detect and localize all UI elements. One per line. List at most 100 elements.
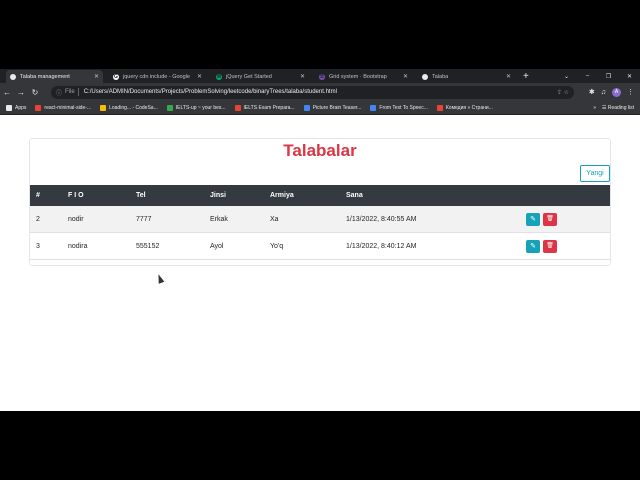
new-tab-button[interactable]: + xyxy=(523,70,529,83)
tab-search-icon[interactable]: ⌄ xyxy=(556,73,577,80)
favicon-icon xyxy=(422,73,428,80)
students-card: Talabalar Yangi # F I O Tel Jinsi Armiya… xyxy=(29,138,611,266)
table-row: 3 nodira 555152 Ayol Yo'q 1/13/2022, 8:40:12 … xyxy=(30,233,610,260)
bookmark-label: IELTS-up ~ your bes... xyxy=(175,104,226,111)
table-row: 2 nodir 7777 Erkak Xa 1/13/2022, 8:40:55 AM ✎ 🗑 xyxy=(30,206,610,233)
cell-army: Xa xyxy=(270,215,279,223)
address-bar[interactable]: ⓘ File C:/Users/ADMIN/Documents/Projects… xyxy=(51,85,574,99)
browser-tab[interactable]: WjQuery Get Started ✕ xyxy=(212,70,309,83)
col-name-header: F I O xyxy=(68,192,84,199)
divider xyxy=(77,88,79,96)
close-window-button[interactable]: ✕ xyxy=(619,73,640,80)
bookmark-item[interactable]: From Text To Speec... xyxy=(370,104,428,111)
bookmark-favicon-icon xyxy=(35,104,42,111)
tab-strip: Talaba management ✕ Gjquery cdn include - … xyxy=(0,69,640,83)
cell-name: nodira xyxy=(68,242,88,250)
col-actions-header xyxy=(526,185,610,206)
forward-icon[interactable]: → xyxy=(14,88,28,97)
bookmark-label: Picture Brain Teaser... xyxy=(312,104,362,111)
bookmark-item[interactable]: IELTS Exam Prepara... xyxy=(234,104,295,111)
cell-name: nodir xyxy=(68,215,84,223)
col-tel-header: Tel xyxy=(136,192,146,199)
cell-actions: ✎ 🗑 xyxy=(526,206,610,233)
reload-icon[interactable]: ↻ xyxy=(28,88,42,97)
media-icon[interactable]: ♫ xyxy=(601,89,606,96)
bookmark-label: IELTS Exam Prepara... xyxy=(243,104,295,111)
share-bookmark-icons[interactable]: ⇪ ☆ xyxy=(557,89,569,96)
browser-tab[interactable]: Talaba management ✕ xyxy=(6,70,103,83)
cell-tel: 555152 xyxy=(136,242,160,250)
cell-army: Yo'q xyxy=(270,242,284,250)
bookmark-item[interactable]: IELTS-up ~ your bes... xyxy=(166,104,226,111)
tab-title: Talaba xyxy=(432,73,449,80)
bookmark-label: react-minimal-side-... xyxy=(44,104,92,111)
table-header-row: # F I O Tel Jinsi Armiya Sana xyxy=(30,185,610,206)
cell-date: 1/13/2022, 8:40:55 AM xyxy=(346,215,417,223)
favicon-icon: W xyxy=(216,73,222,80)
window-controls: ⌄ – ❐ ✕ xyxy=(556,69,640,83)
delete-icon[interactable]: 🗑 xyxy=(543,212,557,226)
bookmark-label: Apps xyxy=(15,104,27,111)
tab-title: Talaba management xyxy=(20,73,70,80)
restore-button[interactable]: ❐ xyxy=(598,73,619,80)
tab-title: jQuery Get Started xyxy=(226,73,272,80)
avatar[interactable]: A xyxy=(612,87,621,97)
reading-list-label: Reading list xyxy=(607,104,634,111)
url-text[interactable]: C:/Users/ADMIN/Documents/Projects/Proble… xyxy=(84,89,337,95)
bookmark-item[interactable]: Комедия » Страни... xyxy=(436,104,493,111)
col-id-header: # xyxy=(36,192,40,199)
favicon-icon: G xyxy=(113,73,119,80)
bookmark-favicon-icon xyxy=(6,104,12,111)
bookmark-label: Комедия » Страни... xyxy=(445,104,493,111)
bookmark-favicon-icon xyxy=(370,104,377,111)
mouse-cursor xyxy=(155,273,165,284)
bookmark-favicon-icon xyxy=(436,104,443,111)
edit-icon[interactable]: ✎ xyxy=(526,212,540,226)
more-bookmarks-button[interactable]: » xyxy=(593,105,596,111)
bookmark-favicon-icon xyxy=(166,104,173,111)
favicon-icon xyxy=(10,73,16,80)
browser-tab[interactable]: Gjquery cdn include - Google ✕ xyxy=(109,70,206,83)
menu-icon[interactable]: ⋮ xyxy=(627,88,634,96)
bookmark-item[interactable]: Apps xyxy=(6,104,27,111)
col-gender-header: Jinsi xyxy=(210,192,226,199)
page-title: Talabalar xyxy=(283,141,357,160)
browser-tab[interactable]: B Grid system · Bootstrap ✕ xyxy=(315,70,412,83)
back-icon[interactable]: ← xyxy=(0,88,14,97)
col-date-header: Sana xyxy=(346,192,363,199)
cell-gender: Erkak xyxy=(210,215,228,223)
col-army-header: Armiya xyxy=(270,192,294,199)
browser-window: Talaba management ✕ Gjquery cdn include - … xyxy=(0,69,640,411)
extensions-icon[interactable]: ✱ xyxy=(589,88,595,96)
close-tab-icon[interactable]: ✕ xyxy=(300,73,305,80)
browser-toolbar: ← → ↻ ⓘ File C:/Users/ADMIN/Documents/Pr… xyxy=(0,83,640,101)
bookmark-favicon-icon xyxy=(234,104,241,111)
bookmark-item[interactable]: Loading... - CodeSa... xyxy=(100,104,158,111)
tab-title: Grid system · Bootstrap xyxy=(329,73,387,80)
scheme-label: File xyxy=(65,89,75,95)
cell-actions: ✎ 🗑 xyxy=(526,233,610,260)
close-tab-icon[interactable]: ✕ xyxy=(403,73,408,80)
close-tab-icon[interactable]: ✕ xyxy=(94,73,99,80)
reading-list-button[interactable]: ☰ Reading list xyxy=(602,105,634,111)
new-student-button[interactable]: Yangi xyxy=(580,165,610,182)
students-table: # F I O Tel Jinsi Armiya Sana 2 nodir 7777… xyxy=(30,185,610,260)
info-icon[interactable]: ⓘ xyxy=(56,88,62,97)
close-tab-icon[interactable]: ✕ xyxy=(197,73,202,80)
bookmark-item[interactable]: react-minimal-side-... xyxy=(35,104,92,111)
bookmark-label: From Text To Speec... xyxy=(379,104,428,111)
close-tab-icon[interactable]: ✕ xyxy=(506,73,511,80)
bookmark-favicon-icon xyxy=(303,104,310,111)
bookmark-item[interactable]: Picture Brain Teaser... xyxy=(303,104,362,111)
minimize-button[interactable]: – xyxy=(577,73,598,79)
cell-id: 2 xyxy=(36,215,40,223)
bookmark-label: Loading... - CodeSa... xyxy=(109,104,158,111)
cell-tel: 7777 xyxy=(136,215,152,223)
edit-icon[interactable]: ✎ xyxy=(526,239,540,253)
browser-tab[interactable]: Talaba ✕ xyxy=(418,70,515,83)
tab-title: jquery cdn include - Google xyxy=(123,73,190,80)
delete-icon[interactable]: 🗑 xyxy=(543,239,557,253)
cell-date: 1/13/2022, 8:40:12 AM xyxy=(346,242,417,250)
toolbar-actions: ✱ ♫ A ⋮ xyxy=(589,87,634,97)
favicon-icon: B xyxy=(319,73,325,80)
